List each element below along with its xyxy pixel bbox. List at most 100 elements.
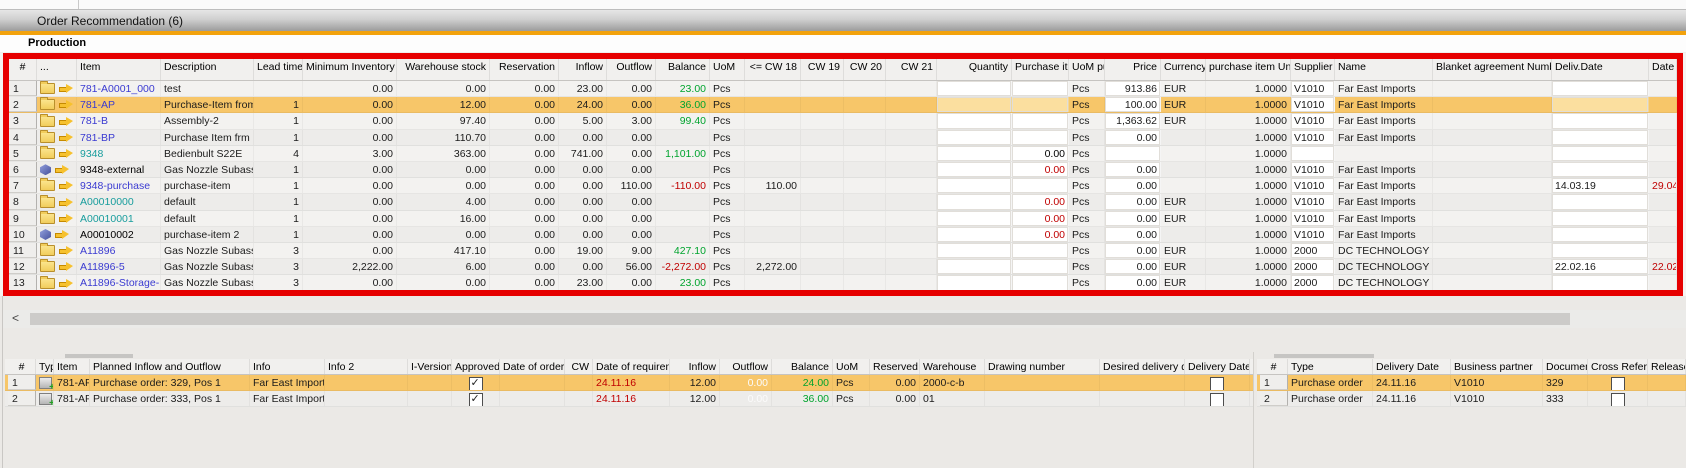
production-cell-supplier[interactable]: 2000	[1291, 275, 1335, 290]
production-header-resv[interactable]: Reservation	[490, 59, 559, 80]
documents-header-xref[interactable]: Cross Reference	[1588, 359, 1648, 374]
production-cell-purch[interactable]	[1012, 259, 1069, 274]
production-cell-deliv[interactable]	[1552, 194, 1649, 209]
table-row[interactable]: 4781-BPPurchase Item frm10.00110.700.000…	[9, 130, 1677, 146]
production-header-uom[interactable]: UoM	[710, 59, 745, 80]
table-row[interactable]: 2781-APPurchase order: 333, Pos 1Far Eas…	[5, 391, 1253, 407]
documents-header-release[interactable]: Release	[1648, 359, 1686, 374]
production-cell-supplier[interactable]: V1010	[1291, 130, 1335, 145]
production-cell-purch[interactable]: 0.00	[1012, 211, 1069, 226]
production-cell-purch[interactable]	[1012, 178, 1069, 193]
production-header-deliv[interactable]: Deliv.Date	[1552, 59, 1649, 80]
production-cell-deliv[interactable]: 14.03.19	[1552, 178, 1649, 193]
link-arrow-icon[interactable]	[59, 279, 73, 288]
production-cell-qty[interactable]	[937, 243, 1012, 258]
production-header-dateo[interactable]: Date of	[1649, 59, 1677, 80]
planned-header-planned[interactable]: Planned Inflow and Outflow	[90, 359, 250, 374]
production-cell-price[interactable]: 0.00	[1105, 211, 1161, 226]
scroll-left-arrow[interactable]: <	[12, 311, 19, 325]
production-cell-qty[interactable]	[937, 211, 1012, 226]
production-header-cw18[interactable]: <= CW 18	[745, 59, 801, 80]
production-cell-purch[interactable]	[1012, 97, 1069, 112]
production-cell-deliv[interactable]	[1552, 130, 1649, 145]
production-header-cw19[interactable]: CW 19	[801, 59, 844, 80]
production-cell-price[interactable]: 0.00	[1105, 178, 1161, 193]
window-titlebar[interactable]: Order Recommendation (6)	[0, 9, 1686, 31]
item-link[interactable]: 9348-external	[77, 162, 161, 177]
mini-scrollbar-left[interactable]	[65, 354, 133, 358]
production-cell-price[interactable]: 0.00	[1105, 130, 1161, 145]
production-cell-qty[interactable]	[937, 227, 1012, 242]
production-cell-supplier[interactable]: V1010	[1291, 97, 1335, 112]
planned-header-drawing[interactable]: Drawing number	[985, 359, 1100, 374]
item-link[interactable]: A11896	[77, 243, 161, 258]
planned-header-icons[interactable]: Type	[36, 359, 54, 374]
link-arrow-icon[interactable]	[59, 100, 73, 109]
link-arrow-icon[interactable]	[55, 230, 69, 239]
table-row[interactable]: 12A11896-5Gas Nozzle Subassembly32,222.0…	[9, 259, 1677, 275]
production-cell-deliv[interactable]: 22.02.16	[1552, 259, 1649, 274]
mini-scrollbar-right[interactable]	[1274, 354, 1374, 358]
table-row[interactable]: 1781-APPurchase order: 329, Pos 1Far Eas…	[5, 375, 1253, 391]
planned-header-inflow[interactable]: Inflow	[670, 359, 720, 374]
production-cell-supplier[interactable]: V1010	[1291, 113, 1335, 128]
production-header-item[interactable]: Item	[77, 59, 161, 80]
item-link[interactable]: A11896-5	[77, 259, 161, 274]
production-cell-purch[interactable]: 0.00	[1012, 194, 1069, 209]
table-row[interactable]: 8A00010000default10.004.000.000.000.00Pc…	[9, 194, 1677, 210]
table-row[interactable]: 1Purchase order24.11.16V1010329	[1257, 375, 1686, 391]
planned-header-num[interactable]: #	[8, 359, 36, 374]
planned-header-desired[interactable]: Desired delivery date	[1100, 359, 1185, 374]
production-cell-supplier[interactable]: 2000	[1291, 243, 1335, 258]
production-cell-qty[interactable]	[937, 162, 1012, 177]
planned-header-item[interactable]: Item	[54, 359, 90, 374]
item-link[interactable]: A00010002	[77, 227, 161, 242]
planned-header-dateord[interactable]: Date of order	[500, 359, 565, 374]
link-arrow-icon[interactable]	[59, 181, 73, 190]
production-header-wh[interactable]: Warehouse stock	[397, 59, 490, 80]
planned-cell-approved[interactable]	[452, 375, 500, 390]
item-link[interactable]: A00010001	[77, 211, 161, 226]
production-header-purch[interactable]: Purchase item	[1012, 59, 1069, 80]
production-header-curr[interactable]: Currency	[1161, 59, 1206, 80]
documents-header-doc[interactable]: Document	[1543, 359, 1588, 374]
production-cell-price[interactable]: 100.00	[1105, 97, 1161, 112]
production-header-inflow[interactable]: Inflow	[559, 59, 607, 80]
table-row[interactable]: 59348Bedienbult S22E43.00363.000.00741.0…	[9, 146, 1677, 162]
planned-header-iversion[interactable]: I-Version	[408, 359, 452, 374]
item-link[interactable]: 781-B	[77, 113, 161, 128]
link-arrow-icon[interactable]	[59, 117, 73, 126]
production-cell-price[interactable]	[1105, 146, 1161, 161]
item-link[interactable]: A11896-Storage-Rela	[77, 275, 161, 290]
production-cell-qty[interactable]	[937, 178, 1012, 193]
production-cell-price[interactable]: 0.00	[1105, 243, 1161, 258]
production-cell-deliv[interactable]	[1552, 162, 1649, 177]
production-cell-price[interactable]: 913.86	[1105, 81, 1161, 96]
production-cell-purch[interactable]	[1012, 130, 1069, 145]
link-arrow-icon[interactable]	[59, 198, 73, 207]
production-cell-qty[interactable]	[937, 113, 1012, 128]
checked-checkbox[interactable]	[469, 393, 483, 406]
planned-header-datereq[interactable]: Date of requirement	[593, 359, 670, 374]
table-row[interactable]: 2Purchase order24.11.16V1010333	[1257, 391, 1686, 407]
unchecked-checkbox[interactable]	[1210, 377, 1224, 390]
planned-header-resv[interactable]: Reserved	[870, 359, 920, 374]
production-header-icons[interactable]: ...	[37, 59, 77, 80]
production-cell-purch[interactable]	[1012, 113, 1069, 128]
unchecked-checkbox[interactable]	[1611, 377, 1625, 390]
production-cell-purch[interactable]: 0.00	[1012, 227, 1069, 242]
table-row[interactable]: 10A00010002purchase-item 210.000.000.000…	[9, 227, 1677, 243]
production-cell-supplier[interactable]: V1010	[1291, 194, 1335, 209]
item-link[interactable]: 9348	[77, 146, 161, 161]
item-link[interactable]: 781-AP	[77, 97, 161, 112]
production-cell-supplier[interactable]: V1010	[1291, 227, 1335, 242]
link-arrow-icon[interactable]	[55, 165, 69, 174]
production-cell-qty[interactable]	[937, 194, 1012, 209]
documents-cell-xref[interactable]	[1588, 375, 1648, 390]
planned-header-delivc[interactable]: Delivery Date Ch	[1185, 359, 1250, 374]
table-row[interactable]: 2781-APPurchase-Item from10.0012.000.002…	[9, 97, 1677, 113]
production-header-name[interactable]: Name	[1335, 59, 1433, 80]
production-cell-price[interactable]: 0.00	[1105, 275, 1161, 290]
production-header-balance[interactable]: Balance	[656, 59, 710, 80]
production-cell-deliv[interactable]	[1552, 211, 1649, 226]
